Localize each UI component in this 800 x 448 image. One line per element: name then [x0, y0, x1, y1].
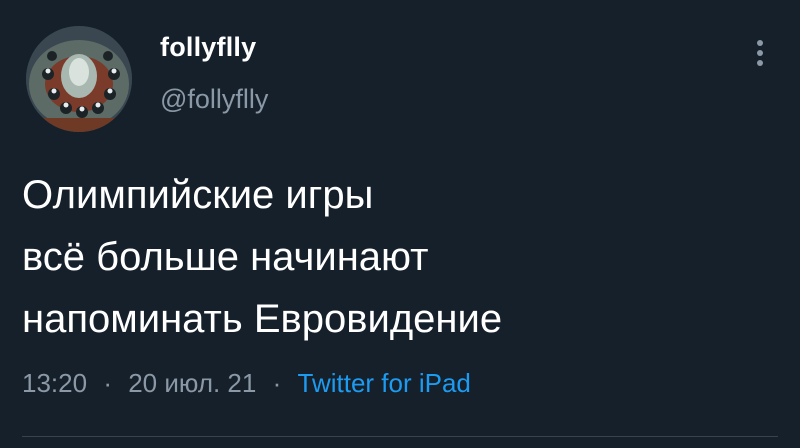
- tweet-source-link[interactable]: Twitter for iPad: [298, 368, 471, 398]
- more-options-button[interactable]: [748, 36, 772, 70]
- meta-separator: ·: [103, 368, 112, 398]
- meta-separator: ·: [272, 368, 282, 398]
- tweet-metadata: 13:20 · 20 июл. 21 · Twitter for iPad: [22, 368, 471, 399]
- author-handle[interactable]: @follyflly: [160, 84, 268, 115]
- tweet-text-line: напоминать Евровидение: [22, 297, 503, 341]
- divider: [22, 436, 778, 437]
- tweet-date[interactable]: 20 июл. 21: [128, 368, 256, 398]
- tweet-text-line: всё больше начинают: [22, 235, 429, 279]
- avatar[interactable]: [26, 26, 132, 132]
- tweet-text-line: Олимпийские игры: [22, 173, 374, 217]
- author-display-name[interactable]: follyflly: [160, 32, 256, 63]
- tweet-card: follyflly @follyflly Олимпийские игры вс…: [0, 0, 800, 448]
- tweet-time[interactable]: 13:20: [22, 368, 87, 398]
- avatar-image: [26, 26, 132, 132]
- tweet-text: Олимпийские игры всё больше начинают нап…: [22, 164, 762, 350]
